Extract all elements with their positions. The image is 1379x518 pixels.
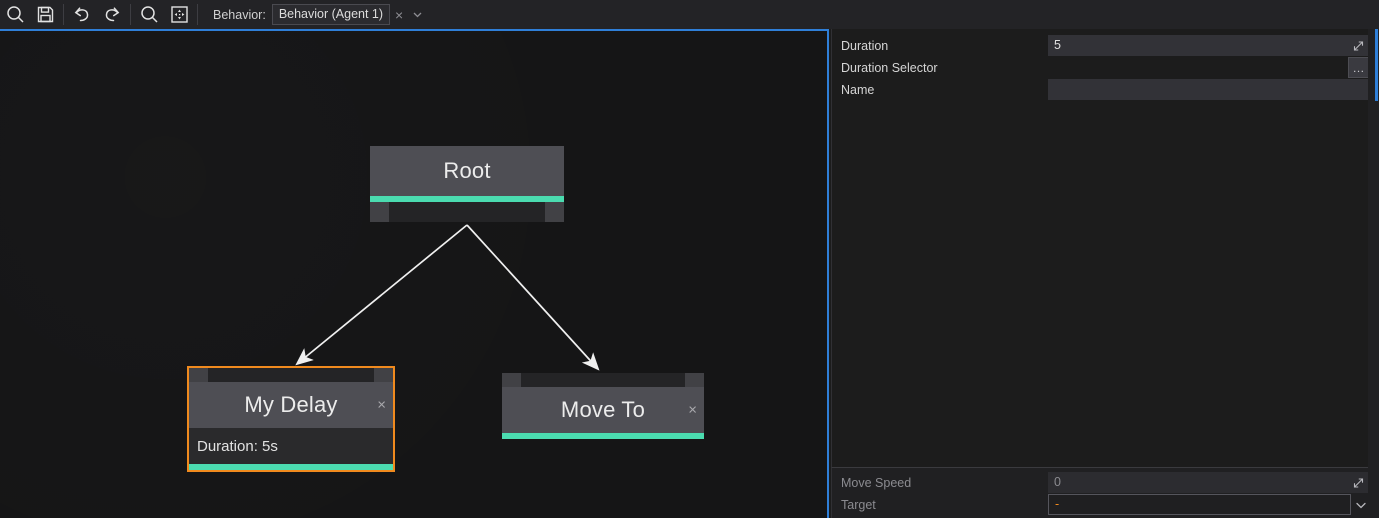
node-my-delay-title: My Delay (244, 392, 338, 417)
behavior-clear-icon[interactable]: × (390, 6, 408, 24)
node-root[interactable]: Root (370, 146, 564, 222)
node-move-to-status-bar (502, 433, 704, 439)
inspector-panel: Duration 5 Duration Selector … Name Move Spe… (831, 29, 1379, 518)
toolbar-separator-1 (63, 4, 64, 25)
node-my-delay-body: Duration: 5s (189, 428, 393, 464)
behavior-tree-editor-window: Behavior: Behavior (Agent 1) × Root My D… (0, 0, 1379, 518)
node-my-delay-connector-left[interactable] (189, 368, 208, 382)
node-move-to-topstrip (502, 373, 704, 387)
property-input[interactable] (1048, 79, 1369, 100)
property-combo[interactable]: - (1048, 494, 1351, 515)
inspector-secondary-section: Move Speed 0 Target - (831, 467, 1379, 518)
redo-icon[interactable] (97, 0, 127, 29)
fit-view-icon[interactable] (164, 0, 194, 29)
node-move-to[interactable]: Move To × (502, 373, 704, 439)
behavior-chevron-down-icon[interactable] (408, 8, 427, 21)
property-label: Duration Selector (841, 60, 938, 75)
property-expand-icon[interactable] (1353, 40, 1364, 51)
node-my-delay-connector-right[interactable] (374, 368, 393, 382)
node-move-to-header[interactable]: Move To × (502, 387, 704, 433)
graph-canvas[interactable]: Root My Delay × Duration: 5s Move To × (0, 29, 829, 518)
property-chevron-down-icon[interactable] (1354, 498, 1368, 512)
property-label: Duration (841, 38, 889, 53)
property-row: Name (832, 79, 1379, 100)
property-input[interactable]: 5 (1048, 35, 1369, 56)
property-field: 0 (1048, 472, 1369, 493)
property-row: Target - (832, 494, 1379, 515)
canvas-background[interactable] (0, 31, 827, 518)
node-root-header[interactable]: Root (370, 146, 564, 196)
inspector-properties-section: Duration 5 Duration Selector … Name (831, 29, 1379, 467)
node-my-delay-status-bar (189, 464, 393, 470)
property-combo-value: - (1055, 497, 1060, 512)
property-expand-icon[interactable] (1353, 477, 1364, 488)
node-move-to-connector-right[interactable] (685, 373, 704, 387)
node-move-to-title: Move To (560, 397, 646, 422)
vertical-scrollbar[interactable] (1368, 29, 1379, 518)
property-label: Move Speed (841, 475, 912, 490)
undo-icon[interactable] (67, 0, 97, 29)
behavior-label: Behavior: (213, 7, 266, 22)
node-root-footer (370, 202, 564, 222)
search-icon[interactable] (0, 0, 30, 29)
toolbar: Behavior: Behavior (Agent 1) × (0, 0, 1379, 29)
property-field (1048, 79, 1369, 100)
behavior-selector-value[interactable]: Behavior (Agent 1) (271, 4, 391, 25)
property-label: Name (841, 82, 875, 97)
property-browse-button[interactable]: … (1348, 57, 1369, 78)
node-my-delay-header[interactable]: My Delay × (189, 382, 393, 428)
property-field: … (1048, 57, 1369, 78)
property-value: 5 (1054, 38, 1061, 53)
node-move-to-close-icon[interactable]: × (688, 403, 697, 418)
property-input[interactable] (1048, 57, 1369, 78)
property-row: Duration 5 (832, 35, 1379, 56)
property-row: Move Speed 0 (832, 472, 1379, 493)
node-root-connector-right[interactable] (545, 202, 564, 222)
vertical-scrollbar-thumb-secondary[interactable] (1375, 71, 1378, 101)
node-my-delay-close-icon[interactable]: × (377, 398, 386, 413)
property-label: Target (841, 497, 876, 512)
node-my-delay[interactable]: My Delay × Duration: 5s (187, 366, 395, 472)
property-value: 0 (1054, 475, 1061, 490)
property-row: Duration Selector … (832, 57, 1379, 78)
node-my-delay-duration-text: Duration: 5s (197, 437, 278, 455)
toolbar-separator-2 (130, 4, 131, 25)
toolbar-separator-3 (197, 4, 198, 25)
node-root-connector-left[interactable] (370, 202, 389, 222)
node-root-title: Root (443, 158, 491, 183)
node-my-delay-topstrip (189, 368, 393, 382)
zoom-icon[interactable] (134, 0, 164, 29)
property-field: - (1048, 494, 1366, 515)
property-input[interactable]: 0 (1048, 472, 1369, 493)
save-icon[interactable] (30, 0, 60, 29)
node-move-to-connector-left[interactable] (502, 373, 521, 387)
property-field: 5 (1048, 35, 1369, 56)
